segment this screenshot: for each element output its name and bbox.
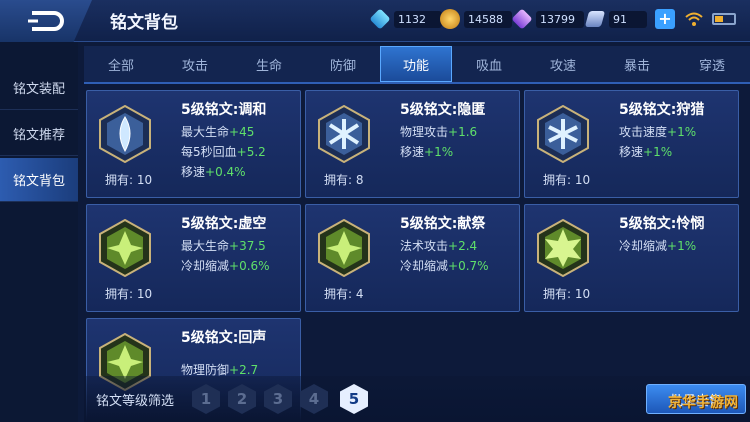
top-bar: 铭文背包 1132 14588 13799 91 +	[0, 0, 750, 42]
level-filter-4[interactable]: 4	[300, 384, 328, 414]
level-filter-3[interactable]: 3	[264, 384, 292, 414]
owned-count: 拥有: 8	[324, 173, 364, 187]
crystal-icon	[511, 8, 533, 30]
inscription-stat: 最大生命+37.5	[181, 239, 266, 253]
level-filter-1[interactable]: 1	[192, 384, 220, 414]
page-title: 铭文背包	[110, 13, 178, 33]
inscription-stat: 攻击速度+1%	[619, 125, 697, 139]
inscription-name: 5级铭文:狩猎	[619, 102, 705, 118]
tab-function[interactable]: 功能	[380, 46, 452, 82]
level-filter-5[interactable]: 5	[340, 384, 368, 414]
inscription-card[interactable]: 5级铭文:虚空 最大生命+37.5 冷却缩减+0.6% 拥有: 10	[86, 204, 301, 312]
main-content: 全部 攻击 生命 防御 功能 吸血 攻速 暴击 穿透 5级铭文:调和 最大生命+…	[84, 46, 750, 422]
back-button[interactable]	[0, 0, 92, 42]
owned-count: 拥有: 10	[105, 287, 153, 301]
level-filter-2[interactable]: 2	[228, 384, 256, 414]
crystal-counter: 13799	[511, 8, 584, 30]
inscription-card[interactable]: 5级铭文:怜悯 冷却缩减+1% 拥有: 10	[524, 204, 739, 312]
back-arrow-icon	[28, 11, 64, 31]
tab-penetration[interactable]: 穿透	[674, 46, 750, 82]
sidebar-item-inscription-bag[interactable]: 铭文背包	[0, 158, 78, 202]
inscription-shard-icon	[584, 11, 606, 27]
inscription-card[interactable]: 5级铭文:调和 最大生命+45 每5秒回血+5.2 移速+0.4% 拥有: 10	[86, 90, 301, 198]
diamond-counter: 1132	[369, 8, 442, 30]
inscription-emblem-icon	[318, 105, 370, 163]
owned-count: 拥有: 10	[543, 287, 591, 301]
owned-count: 拥有: 10	[105, 173, 153, 187]
inscription-emblem-icon	[537, 219, 589, 277]
inscription-stat: 冷却缩减+1%	[619, 239, 697, 253]
inscription-name: 5级铭文:回声	[181, 330, 267, 346]
inscription-stat: 移速+1%	[400, 145, 454, 159]
tab-attack[interactable]: 攻击	[158, 46, 232, 82]
category-tabs: 全部 攻击 生命 防御 功能 吸血 攻速 暴击 穿透	[84, 46, 750, 84]
inscription-emblem-icon	[318, 219, 370, 277]
inscription-emblem-icon	[99, 105, 151, 163]
sidebar-item-inscription-setup[interactable]: 铭文装配	[0, 66, 78, 110]
tab-attack-speed[interactable]: 攻速	[526, 46, 600, 82]
inscription-name: 5级铭文:怜悯	[619, 216, 705, 232]
sidebar-item-inscription-recommend[interactable]: 铭文推荐	[0, 112, 78, 156]
gold-coin-icon	[440, 9, 460, 29]
inscription-stat: 移速+0.4%	[181, 165, 246, 179]
owned-count: 拥有: 4	[324, 287, 364, 301]
inscription-stat: 法术攻击+2.4	[400, 239, 478, 253]
crystal-value: 13799	[536, 10, 584, 28]
inscription-emblem-icon	[99, 219, 151, 277]
gold-value: 14588	[464, 10, 512, 28]
inscription-name: 5级铭文:隐匿	[400, 102, 486, 118]
gold-counter: 14588	[440, 9, 512, 29]
wifi-icon	[685, 12, 703, 26]
inscription-card[interactable]: 5级铭文:狩猎 攻击速度+1% 移速+1% 拥有: 10	[524, 90, 739, 198]
sidebar: 铭文装配 铭文推荐 铭文背包	[0, 42, 78, 422]
inscription-card[interactable]: 5级铭文:献祭 法术攻击+2.4 冷却缩减+0.7% 拥有: 4	[305, 204, 520, 312]
inscription-stat: 每5秒回血+5.2	[181, 145, 266, 159]
inscription-name: 5级铭文:调和	[181, 102, 267, 118]
shard-counter: 91	[584, 9, 647, 29]
inscription-stat: 最大生命+45	[181, 125, 255, 139]
filter-label: 铭文等级筛选	[96, 394, 175, 409]
inscription-card[interactable]: 5级铭文:隐匿 物理攻击+1.6 移速+1% 拥有: 8	[305, 90, 520, 198]
tab-all[interactable]: 全部	[84, 46, 158, 82]
shard-value: 91	[609, 10, 647, 28]
inscription-emblem-icon	[537, 105, 589, 163]
inscription-name: 5级铭文:虚空	[181, 216, 267, 232]
tab-critical[interactable]: 暴击	[600, 46, 674, 82]
tab-health[interactable]: 生命	[232, 46, 306, 82]
inscription-stat: 冷却缩减+0.6%	[181, 259, 270, 273]
owned-count: 拥有: 10	[543, 173, 591, 187]
level-filter-bar: 铭文等级筛选 1 2 3 4 5 批量出售	[84, 376, 750, 422]
diamond-value: 1132	[394, 10, 442, 28]
add-resource-button[interactable]: +	[655, 9, 675, 29]
diamond-icon	[369, 8, 391, 30]
tab-lifesteal[interactable]: 吸血	[452, 46, 526, 82]
tab-defense[interactable]: 防御	[306, 46, 380, 82]
inscription-name: 5级铭文:献祭	[400, 216, 486, 232]
watermark: 京华手游网	[668, 395, 738, 411]
inscription-stat: 物理攻击+1.6	[400, 125, 478, 139]
inscription-stat: 移速+1%	[619, 145, 673, 159]
battery-icon	[712, 13, 736, 25]
inscription-stat: 冷却缩减+0.7%	[400, 259, 489, 273]
